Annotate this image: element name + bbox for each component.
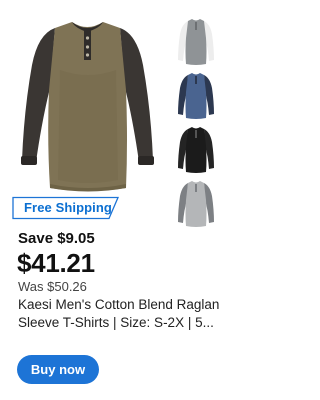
savings-text: Save $9.05 (18, 230, 95, 247)
buy-now-button[interactable]: Buy now (17, 355, 99, 384)
thumbnail-black[interactable] (176, 124, 216, 174)
product-title-line-2: Sleeve T-Shirts | Size: S-2X | 5... (18, 315, 214, 330)
thumbnail-blue-navy[interactable] (176, 70, 216, 120)
product-title[interactable]: Kaesi Men's Cotton Blend Raglan Sleeve T… (18, 296, 236, 332)
shirt-gray-white-icon (178, 19, 214, 65)
current-price: $41.21 (17, 248, 95, 278)
shirt-black-icon (178, 127, 214, 173)
free-shipping-label: Free Shipping (24, 200, 112, 215)
shirt-blue-navy-icon (178, 73, 214, 119)
product-card[interactable]: Free Shipping Save $9.05 $41.21 Was $50.… (0, 0, 243, 400)
free-shipping-badge: Free Shipping (10, 196, 120, 220)
product-main-image[interactable] (10, 10, 165, 195)
product-title-line-1: Kaesi Men's Cotton Blend Raglan (18, 297, 220, 312)
was-price: Was $50.26 (18, 279, 87, 294)
thumbnail-gray-white[interactable] (176, 16, 216, 66)
shirt-olive-black-icon (21, 22, 154, 192)
thumbnail-light-gray[interactable] (176, 178, 216, 228)
shirt-light-gray-icon (178, 181, 214, 227)
